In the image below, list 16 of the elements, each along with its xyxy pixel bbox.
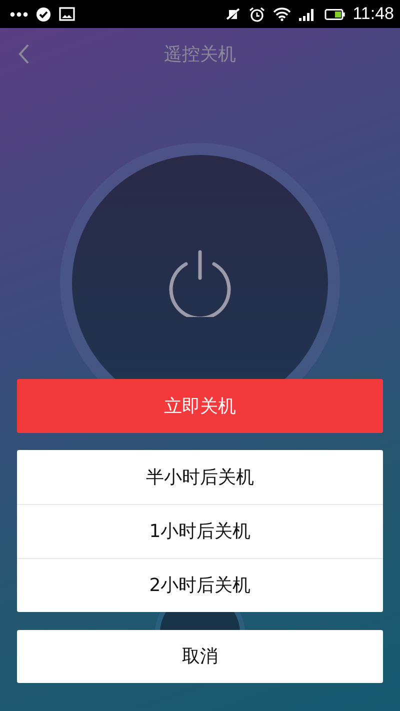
- alarm-icon: [248, 6, 265, 22]
- more-icon: [10, 12, 28, 16]
- signal-icon: [298, 8, 316, 20]
- back-icon[interactable]: [18, 44, 30, 64]
- vibrate-off-icon: [224, 7, 241, 21]
- cancel-button[interactable]: 取消: [17, 630, 383, 683]
- wifi-icon: [272, 7, 291, 21]
- timer-option[interactable]: 2小时后关机: [17, 558, 383, 612]
- battery-icon: [324, 8, 345, 20]
- timer-option[interactable]: 1小时后关机: [17, 504, 383, 558]
- page-title: 遥控关机: [164, 42, 236, 66]
- clock-time: 11:48: [352, 3, 394, 26]
- check-circle-icon: [36, 6, 51, 22]
- timer-option[interactable]: 半小时后关机: [17, 450, 383, 504]
- shutdown-now-button[interactable]: 立即关机: [17, 379, 383, 433]
- image-icon: [59, 7, 75, 21]
